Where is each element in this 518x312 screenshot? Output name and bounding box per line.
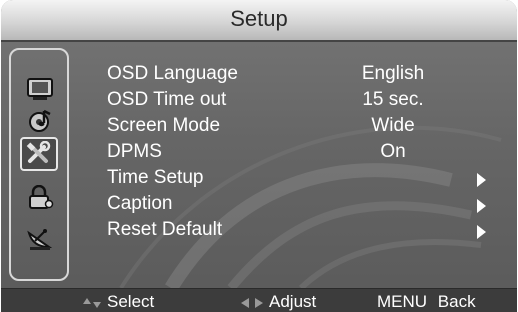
submenu-arrow-icon[interactable]: [477, 225, 486, 239]
left-right-arrows-icon: [241, 297, 263, 308]
lock-icon[interactable]: [25, 185, 55, 211]
adjust-label: Adjust: [269, 292, 317, 311]
menu-item-label: OSD Language: [107, 63, 238, 84]
adjust-hint: Adjust: [239, 292, 316, 312]
back-hint: MENU Back: [377, 292, 476, 312]
menu-item-label: Time Setup: [107, 167, 204, 188]
menu-item-value[interactable]: On: [325, 141, 461, 163]
menu-item-value[interactable]: Wide: [325, 115, 461, 137]
title-bar: Setup: [1, 0, 517, 42]
menu-item-value[interactable]: 15 sec.: [325, 89, 461, 111]
up-down-arrows-icon: [83, 297, 101, 308]
audio-note-icon[interactable]: [25, 108, 55, 134]
submenu-arrow-icon[interactable]: [477, 199, 486, 213]
setup-osd-window: Setup OSD Language English OSD Time out …: [1, 0, 517, 312]
menu-item-value[interactable]: English: [325, 63, 461, 85]
select-label: Select: [107, 292, 155, 311]
menu-item-time-setup[interactable]: Time Setup: [107, 167, 507, 193]
menu-item-osd-language[interactable]: OSD Language English: [107, 63, 507, 89]
menu-item-label: Reset Default: [107, 219, 223, 240]
footer-hint-bar: Select Adjust MENU Back: [1, 288, 517, 312]
satellite-dish-icon[interactable]: [25, 225, 55, 251]
submenu-arrow-icon[interactable]: [477, 173, 486, 187]
menu-key-label: MENU: [377, 292, 428, 311]
category-sidebar: [9, 48, 69, 281]
menu-item-label: Caption: [107, 193, 173, 214]
menu-item-reset-default[interactable]: Reset Default: [107, 219, 507, 245]
menu-item-screen-mode[interactable]: Screen Mode Wide: [107, 115, 507, 141]
tv-icon[interactable]: [25, 76, 55, 102]
menu-item-label: OSD Time out: [107, 89, 227, 110]
menu-item-dpms[interactable]: DPMS On: [107, 141, 507, 167]
back-label: Back: [437, 292, 476, 311]
menu-item-osd-time-out[interactable]: OSD Time out 15 sec.: [107, 89, 507, 115]
menu-item-caption[interactable]: Caption: [107, 193, 507, 219]
menu-item-label: DPMS: [107, 141, 162, 162]
menu-item-label: Screen Mode: [107, 115, 221, 136]
select-hint: Select: [81, 292, 154, 312]
setup-tools-icon[interactable]: [20, 137, 58, 171]
page-title: Setup: [230, 6, 288, 31]
